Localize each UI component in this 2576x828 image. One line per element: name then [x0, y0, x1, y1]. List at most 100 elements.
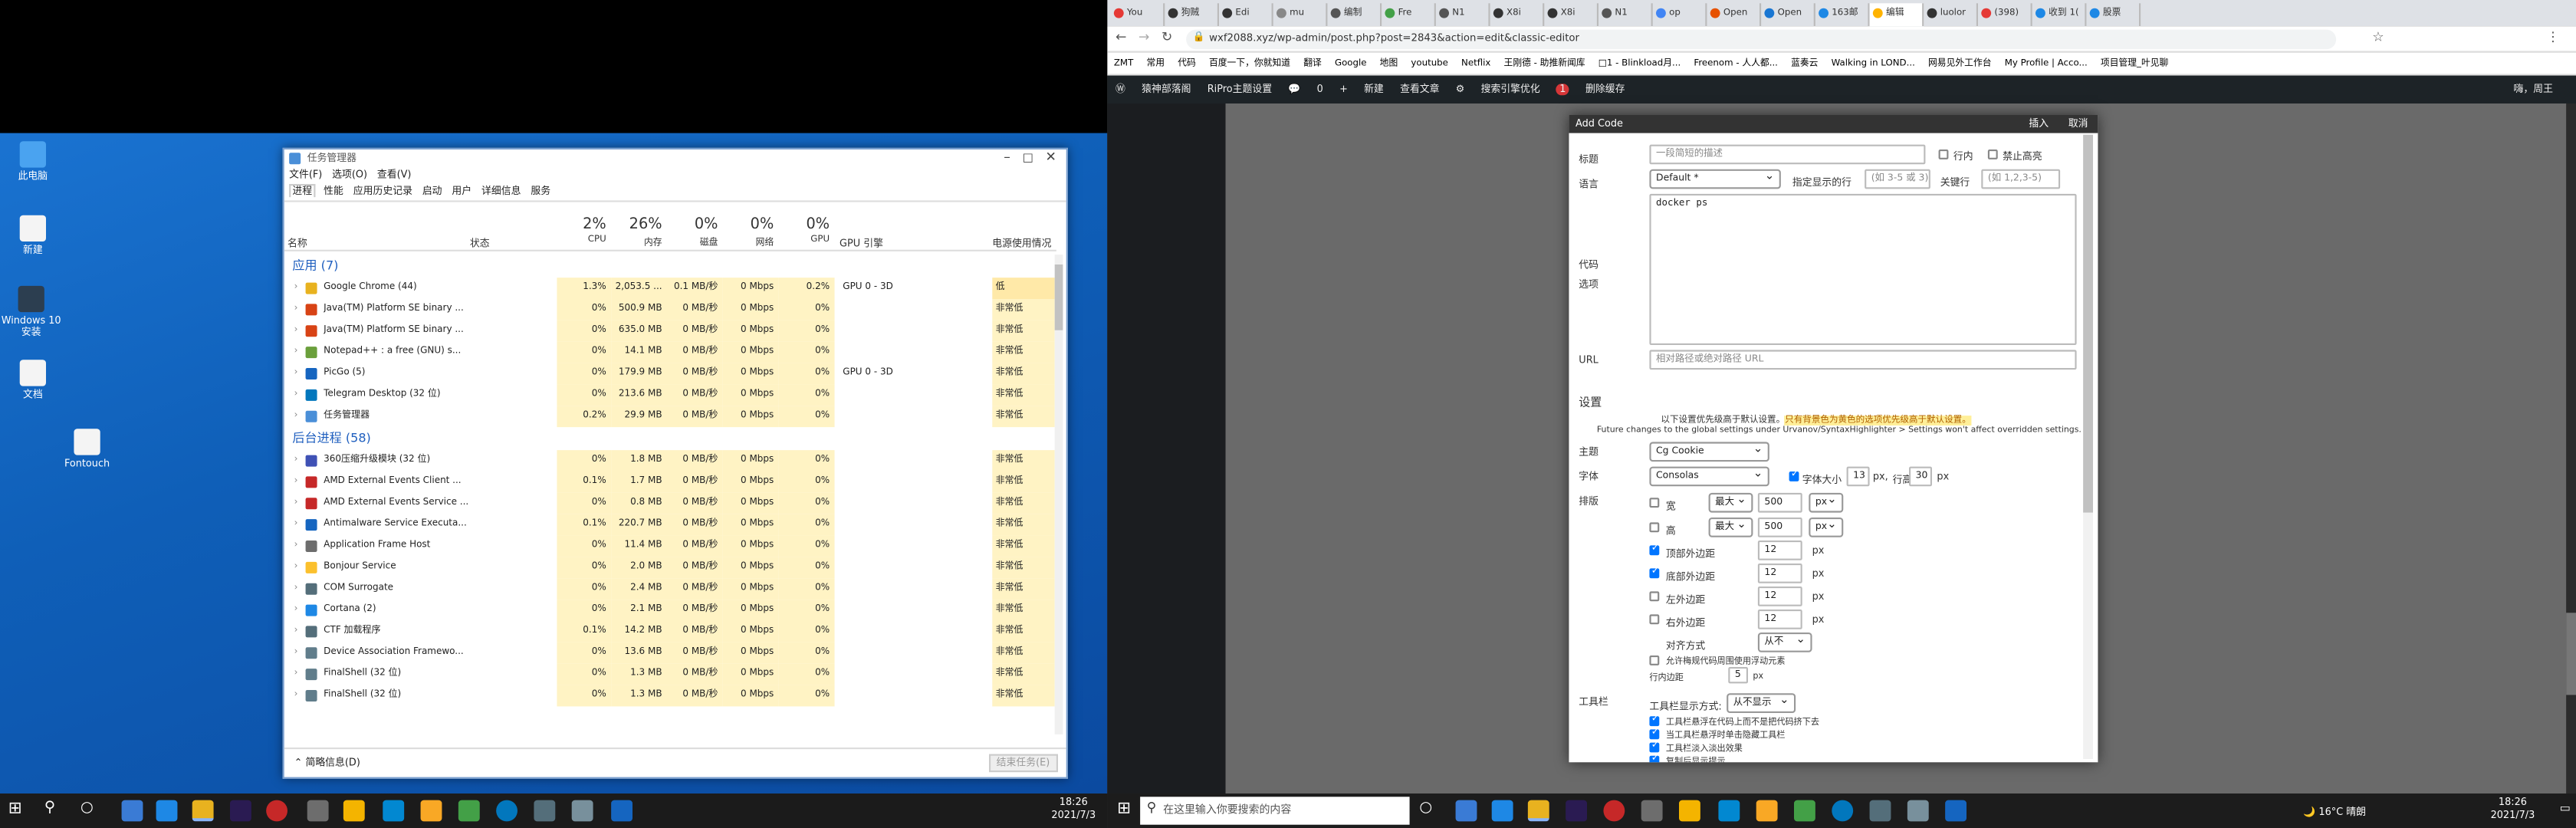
col-cpu[interactable]: 2% CPU [557, 215, 611, 251]
indent-input[interactable]: 5 [1728, 667, 1748, 684]
back-icon[interactable]: ← [1116, 30, 1126, 44]
premiere-icon[interactable] [1566, 800, 1587, 822]
menu-view[interactable]: 查看(V) [377, 169, 412, 181]
telegram-icon[interactable] [496, 800, 518, 822]
notepad-icon[interactable] [1794, 800, 1815, 822]
mark-lines-input[interactable]: (如 3-5 或 3) [1865, 169, 1930, 189]
tab-app-history[interactable]: 应用历史记录 [352, 186, 414, 197]
bookmark-item[interactable]: 地图 [1380, 59, 1398, 69]
browser-tab[interactable]: X8i [1490, 3, 1545, 27]
java-icon-2[interactable] [1907, 800, 1929, 822]
expand-chevron-icon[interactable]: › [294, 450, 298, 472]
minimize-icon[interactable]: – [1004, 150, 1010, 164]
end-task-button[interactable]: 结束任务(E) [987, 754, 1058, 773]
bookmark-item[interactable]: youtube [1411, 59, 1447, 69]
process-row-background[interactable]: › 360压缩升级模块 (32 位) 0% 1.8 MB 0 MB/秒 0 Mbps 0% 非… [284, 450, 1056, 472]
expand-chevron-icon[interactable]: › [294, 493, 298, 514]
start-icon[interactable]: ⊞ [8, 800, 22, 819]
process-row-background[interactable]: › Antimalware Service Executa... 0.1% 220.7… [284, 514, 1056, 536]
edge-icon[interactable] [1491, 800, 1513, 822]
left-margin-checkbox[interactable] [1649, 591, 1660, 602]
close-icon[interactable]: ✕ [1045, 150, 1056, 164]
browser-tab[interactable]: 编制 [1327, 3, 1382, 27]
browser-tab[interactable]: 163邮 [1815, 3, 1870, 27]
expand-chevron-icon[interactable]: › [294, 664, 298, 685]
reload-icon[interactable]: ↻ [1162, 30, 1172, 44]
expand-chevron-icon[interactable]: › [294, 342, 298, 363]
cancel-button[interactable]: 取消 [2068, 115, 2088, 133]
scrollbar[interactable] [1054, 255, 1063, 734]
tab-processes[interactable]: 进程 [289, 184, 316, 198]
fewer-details-link[interactable]: 简略信息(D) [305, 757, 360, 769]
font-size-input[interactable]: 13 [1846, 466, 1870, 487]
process-row-app[interactable]: › Telegram Desktop (32 位) 0% 213.6 MB 0 MB/秒… [284, 384, 1056, 406]
premiere-icon[interactable] [230, 800, 251, 822]
expand-chevron-icon[interactable]: › [294, 642, 298, 664]
store-icon[interactable] [343, 800, 365, 822]
start-icon[interactable]: ⊞ [1117, 800, 1131, 819]
edge-icon[interactable] [156, 800, 178, 822]
bookmark-item[interactable]: Netflix [1461, 59, 1490, 69]
app-icon[interactable] [307, 800, 329, 822]
expand-chevron-icon[interactable]: › [294, 621, 298, 642]
no-highlight-checkbox[interactable] [1987, 150, 1998, 159]
tab-details[interactable]: 详细信息 [480, 186, 523, 197]
line-height-input[interactable]: 30 [1909, 466, 1932, 487]
col-power[interactable]: 电源使用情况 [992, 215, 1064, 251]
java-icon-2[interactable] [571, 800, 593, 822]
process-row-background[interactable]: › Cortana (2) 0% 2.1 MB 0 MB/秒 0 Mbps 0% 非常低 [284, 600, 1056, 621]
bottom-margin-checkbox[interactable] [1649, 565, 1659, 579]
tab-performance[interactable]: 性能 [322, 186, 345, 197]
browser-tab[interactable]: 收到 1( [2032, 3, 2087, 27]
menu-kebab-icon[interactable]: ⋮ [2546, 30, 2559, 44]
browser-tab[interactable]: op [1653, 3, 1707, 27]
browser-tab[interactable]: X8i [1544, 3, 1598, 27]
bookmark-item[interactable]: Walking in LOND... [1832, 59, 1915, 69]
mail-icon[interactable] [383, 800, 405, 822]
expand-chevron-icon[interactable]: › [294, 320, 298, 342]
taskview-icon[interactable] [1455, 800, 1477, 822]
app-icon[interactable] [1641, 800, 1663, 822]
search-icon[interactable]: ⚲ [44, 800, 55, 816]
desktop-icon-new[interactable]: 新建 [2, 215, 64, 256]
notepad-icon[interactable] [458, 800, 480, 822]
expand-chevron-icon[interactable]: › [294, 578, 298, 600]
process-row-background[interactable]: › AMD External Events Client ... 0.1% 1.7 M… [284, 472, 1056, 493]
col-memory[interactable]: 26% 内存 [611, 215, 667, 251]
process-row-app[interactable]: › Google Chrome (44) 1.3% 2,053.5 ... 0.1 MB… [284, 278, 1056, 299]
process-row-background[interactable]: › FinalShell (32 位) 0% 1.3 MB 0 MB/秒 0 Mbps 0%… [284, 685, 1056, 707]
desktop-icon-docs[interactable]: 文档 [2, 360, 64, 401]
chrome-icon[interactable] [1527, 800, 1549, 822]
tab-startup[interactable]: 启动 [421, 186, 444, 197]
bottom-margin-input[interactable]: 12 [1757, 564, 1802, 583]
maximize-icon[interactable]: □ [1023, 151, 1033, 164]
menu-options[interactable]: 选项(O) [332, 169, 367, 181]
record-icon[interactable] [1603, 800, 1625, 822]
task-view-icon[interactable]: ○ [80, 800, 94, 816]
top-margin-checkbox[interactable] [1649, 542, 1659, 556]
picgo-icon[interactable] [1945, 800, 1967, 822]
notification-icon[interactable]: ▭ [2560, 802, 2571, 815]
browser-tab[interactable]: 狗贼 [1165, 3, 1219, 27]
browser-tab[interactable]: Open [1707, 3, 1762, 27]
font-size-checkbox[interactable] [1789, 468, 1799, 481]
align-select[interactable]: 从不 [1757, 631, 1812, 652]
java-icon[interactable] [534, 800, 556, 822]
tab-services[interactable]: 服务 [529, 186, 552, 197]
right-clock[interactable]: 18:26 2021/7/3 [2491, 797, 2535, 823]
wp-site-name[interactable]: 猿神部落阁 [1142, 84, 1191, 95]
taskbar-search[interactable]: 在这里输入你要搜索的内容 [1140, 797, 1410, 825]
expand-chevron-icon[interactable]: › [294, 472, 298, 493]
expand-chevron-icon[interactable]: › [294, 299, 298, 320]
title-input[interactable]: 一段简短的描述 [1649, 144, 1926, 165]
expand-chevron-icon[interactable]: › [294, 278, 298, 299]
right-margin-input[interactable]: 12 [1757, 610, 1802, 629]
desktop-icon-computer[interactable]: 此电脑 [2, 141, 64, 182]
expand-chevron-icon[interactable]: › [294, 406, 298, 427]
dialog-scrollbar[interactable] [2083, 134, 2093, 759]
process-row-background[interactable]: › AMD External Events Service ... 0% 0.8 MB… [284, 492, 1056, 514]
wp-comments[interactable]: 💬 0 [1288, 84, 1322, 95]
bookmark-item[interactable]: Google [1335, 59, 1367, 69]
process-row-app[interactable]: › Java(TM) Platform SE binary ... 0% 500.9 … [284, 299, 1056, 320]
bookmark-item[interactable]: 项目管理_叶见聊 [2101, 59, 2168, 69]
